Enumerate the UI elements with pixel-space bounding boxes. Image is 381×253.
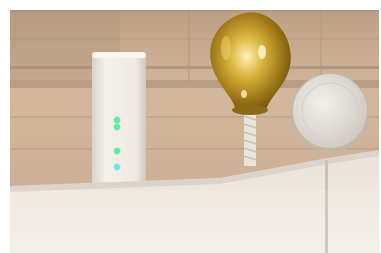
photo-frame [0, 0, 381, 253]
ceiling-photo [10, 10, 379, 253]
router-led [113, 147, 121, 155]
router-led [113, 123, 121, 131]
round-smoke-detector [290, 73, 370, 153]
router-led [113, 116, 121, 124]
wifi-router [92, 52, 146, 202]
router-led [113, 163, 121, 171]
